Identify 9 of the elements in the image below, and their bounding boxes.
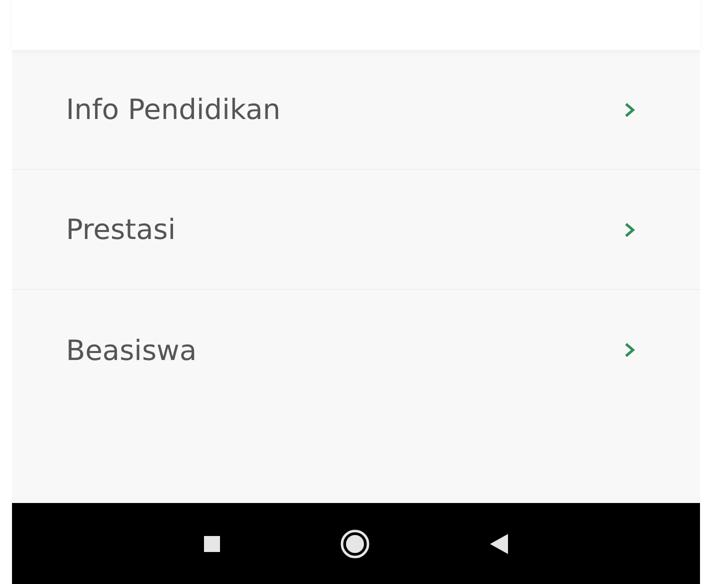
menu-item[interactable]: Info Pendidikan xyxy=(12,50,700,170)
chevron-right-icon xyxy=(624,102,636,118)
chevron-right-icon xyxy=(624,222,636,238)
home-icon[interactable] xyxy=(340,528,370,558)
menu-item[interactable]: Beasiswa xyxy=(12,290,700,410)
menu-item[interactable]: Prestasi xyxy=(12,170,700,290)
recents-icon[interactable] xyxy=(204,536,220,552)
chevron-right-icon xyxy=(624,342,636,358)
back-icon[interactable] xyxy=(490,534,508,554)
